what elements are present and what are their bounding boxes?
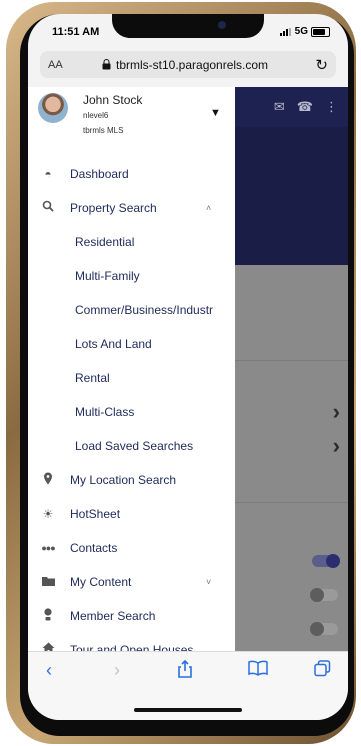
submenu-item-label: Residential: [75, 234, 135, 249]
menu-item-label: Dashboard: [70, 166, 129, 181]
menu-item-label: Property Search: [70, 200, 157, 215]
chevron-up-icon[interactable]: ˄: [206, 203, 211, 213]
share-icon[interactable]: [178, 659, 192, 683]
status-time: 11:51 AM: [52, 26, 100, 38]
menu-item-label: Contacts: [70, 540, 118, 555]
profile-name: John Stock: [83, 93, 143, 107]
folder-icon: [40, 575, 56, 589]
mail-icon[interactable]: ✉: [274, 99, 285, 115]
camera-icon: [218, 21, 226, 29]
caret-down-icon[interactable]: ▼: [210, 107, 221, 119]
submenu-item-rental[interactable]: Rental: [28, 361, 235, 394]
avatar: [38, 93, 68, 123]
phone-icon[interactable]: ☎: [297, 99, 313, 115]
dashboard-icon: ◓: [44, 166, 52, 181]
location-pin-icon: [40, 472, 56, 488]
menu-item-my-location-search[interactable]: My Location Search: [28, 463, 235, 496]
profile-mls: tbrmls MLS: [83, 126, 124, 135]
navigation-drawer: John Stock nlevel6 tbrmls MLS ▼ ◓ Dashbo…: [28, 87, 235, 657]
profile-level: nlevel6: [83, 111, 109, 120]
url-display[interactable]: tbrmls-st10.paragonrels.com: [102, 58, 268, 72]
battery-icon: [311, 26, 330, 37]
browser-toolbar: ‹ ›: [28, 651, 348, 720]
submenu-item-label: Rental: [75, 370, 110, 385]
divider: [228, 502, 348, 503]
menu-item-label: My Content: [70, 574, 132, 589]
submenu-item-lots-and-land[interactable]: Lots And Land: [28, 327, 235, 360]
hotsheet-icon: ☀: [42, 506, 54, 521]
more-icon[interactable]: ⋮: [325, 99, 338, 115]
toggle-switch[interactable]: [310, 588, 338, 602]
divider: [228, 360, 348, 361]
chevron-right-icon[interactable]: ›: [333, 399, 340, 425]
bookmarks-icon[interactable]: [248, 660, 268, 681]
menu-item-property-search[interactable]: Property Search ˄: [28, 191, 235, 224]
submenu-item-label: Lots And Land: [75, 336, 152, 351]
signal-icon: [279, 27, 292, 36]
header-icons: ✉ ☎ ⋮: [274, 99, 338, 115]
menu-item-label: My Location Search: [70, 472, 177, 487]
url-text: tbrmls-st10.paragonrels.com: [116, 57, 269, 72]
member-icon: [40, 607, 56, 624]
profile-header[interactable]: John Stock nlevel6 tbrmls MLS ▼: [28, 87, 235, 157]
submenu-item-multi-family[interactable]: Multi-Family: [28, 259, 235, 292]
submenu-item-load-saved-searches[interactable]: Load Saved Searches: [28, 429, 235, 462]
toggle-switch[interactable]: [310, 622, 338, 636]
chevron-right-icon[interactable]: ›: [333, 433, 340, 459]
notch: [112, 14, 264, 38]
menu-item-hotsheet[interactable]: ☀ HotSheet: [28, 497, 235, 530]
contacts-icon: ●●●: [41, 542, 55, 553]
submenu-item-label: Commer/Business/Industr: [75, 302, 214, 317]
submenu-item-commercial[interactable]: Commer/Business/Industr: [28, 293, 235, 326]
submenu-item-multi-class[interactable]: Multi-Class: [28, 395, 235, 428]
menu-item-dashboard[interactable]: ◓ Dashboard: [28, 157, 235, 190]
address-bar[interactable]: AA tbrmls-st10.paragonrels.com ↻: [40, 51, 336, 78]
tabs-icon[interactable]: [314, 660, 331, 682]
chevron-down-icon[interactable]: ˅: [206, 577, 211, 587]
network-label: 5G: [294, 26, 308, 37]
menu-item-contacts[interactable]: ●●● Contacts: [28, 531, 235, 564]
text-size-button[interactable]: AA: [48, 59, 63, 71]
menu-item-label: HotSheet: [70, 506, 121, 521]
forward-icon[interactable]: ›: [114, 660, 120, 681]
back-icon[interactable]: ‹: [46, 660, 52, 681]
submenu-item-label: Multi-Class: [75, 404, 135, 419]
menu-item-label: Member Search: [70, 608, 156, 623]
lock-icon: [102, 59, 111, 70]
menu-item-my-content[interactable]: My Content ˅: [28, 565, 235, 598]
status-indicators: 5G: [279, 26, 330, 37]
search-icon: [40, 200, 56, 215]
toggle-switch[interactable]: [312, 554, 340, 568]
home-indicator: [134, 708, 242, 712]
phone-screen: 11:51 AM 5G AA tbrmls-st10.paragonrels.c…: [28, 14, 348, 720]
menu-item-member-search[interactable]: Member Search: [28, 599, 235, 632]
submenu-item-label: Multi-Family: [75, 268, 140, 283]
submenu-item-residential[interactable]: Residential: [28, 225, 235, 258]
reload-icon[interactable]: ↻: [315, 56, 328, 74]
submenu-item-label: Load Saved Searches: [75, 438, 194, 453]
